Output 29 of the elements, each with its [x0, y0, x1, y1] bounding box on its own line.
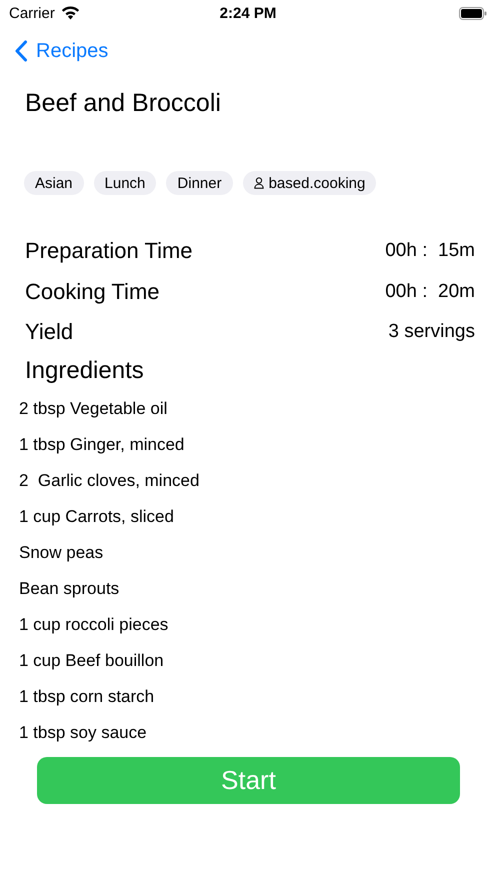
category-tag[interactable]: Asian	[24, 171, 84, 195]
detail-label: Preparation Time	[25, 238, 193, 264]
ingredient-item: Bean sprouts	[19, 578, 120, 600]
ingredient-item: 1 tbsp Ginger, minced	[19, 434, 186, 456]
ingredient-item: 1 cup Beef bouillon	[19, 650, 165, 672]
ingredient-item: 1 tbsp soy sauce	[19, 722, 148, 744]
wifi-icon	[60, 6, 80, 20]
person-icon	[254, 177, 264, 189]
recipe-title: Beef and Broccoli	[24, 88, 222, 119]
back-button[interactable]: Recipes	[14, 26, 108, 76]
detail-label: Cooking Time	[25, 278, 160, 305]
ingredient-item: 2 tbsp Vegetable oil	[19, 398, 168, 420]
detail-value: 00h : 20m	[385, 280, 475, 303]
source-tag[interactable]: based.cooking	[242, 171, 376, 195]
battery-icon	[459, 6, 488, 20]
category-tag[interactable]: Lunch	[94, 171, 156, 195]
carrier-label: Carrier	[9, 4, 55, 22]
section-heading: Ingredients	[24, 356, 145, 386]
ingredient-item: 1 cup Carrots, sliced	[19, 506, 175, 528]
detail-value: 00h : 15m	[385, 240, 475, 262]
clock-time: 2:24 PM	[220, 4, 276, 22]
category-tag[interactable]: Dinner	[166, 171, 233, 195]
ingredient-item: 1 cup roccoli pieces	[19, 614, 170, 636]
ingredient-item: 2 Garlic cloves, minced	[19, 470, 200, 492]
detail-value: 3 servings	[388, 321, 475, 344]
ingredient-item: Snow peas	[19, 542, 104, 564]
chevron-left-icon	[14, 40, 28, 62]
detail-label: Yield	[25, 319, 74, 346]
ingredient-item: 1 tbsp corn starch	[19, 686, 156, 708]
